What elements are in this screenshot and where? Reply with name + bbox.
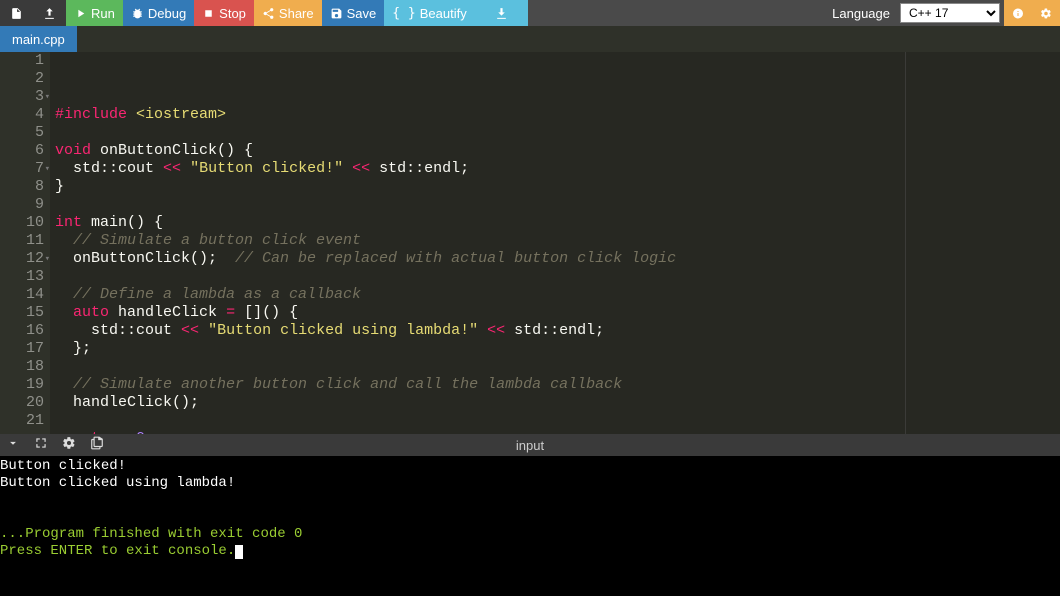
console-line: Button clicked using lambda! xyxy=(0,475,235,491)
line-number: 5 xyxy=(10,124,44,142)
code-line: std::cout << "Button clicked using lambd… xyxy=(55,322,1060,340)
code-editor[interactable]: 123456789101112131415161718192021 #inclu… xyxy=(0,52,1060,434)
code-line: std::cout << "Button clicked!" << std::e… xyxy=(55,160,1060,178)
code-line: #include <iostream> xyxy=(55,106,1060,124)
console-bar: input xyxy=(0,434,1060,456)
expand-console-button[interactable] xyxy=(34,436,48,455)
copy-console-button[interactable] xyxy=(90,436,104,455)
toolbar: Run Debug Stop Share Save { } Beautify L… xyxy=(0,0,1060,26)
save-button[interactable]: Save xyxy=(322,0,385,26)
code-line: // Define a lambda as a callback xyxy=(55,286,1060,304)
play-icon xyxy=(74,7,87,20)
debug-button[interactable]: Debug xyxy=(123,0,194,26)
file-tabs: main.cpp xyxy=(0,26,1060,52)
line-number: 12 xyxy=(10,250,44,268)
line-number: 20 xyxy=(10,394,44,412)
bug-icon xyxy=(131,7,144,20)
language-label: Language xyxy=(826,0,896,26)
beautify-label: Beautify xyxy=(420,6,467,21)
chevron-down-icon xyxy=(6,436,20,450)
save-icon xyxy=(330,7,343,20)
code-line: }; xyxy=(55,340,1060,358)
code-line xyxy=(55,268,1060,286)
code-line: int main() { xyxy=(55,214,1060,232)
line-gutter: 123456789101112131415161718192021 xyxy=(0,52,50,434)
line-number: 2 xyxy=(10,70,44,88)
line-number: 18 xyxy=(10,358,44,376)
share-icon xyxy=(262,7,275,20)
line-number: 9 xyxy=(10,196,44,214)
line-number: 21 xyxy=(10,412,44,430)
line-number: 13 xyxy=(10,268,44,286)
download-button[interactable] xyxy=(475,0,528,26)
line-number: 14 xyxy=(10,286,44,304)
line-number: 11 xyxy=(10,232,44,250)
beautify-button[interactable]: { } Beautify xyxy=(384,0,474,26)
code-line: handleClick(); xyxy=(55,394,1060,412)
code-line xyxy=(55,124,1060,142)
gear-icon xyxy=(62,436,76,450)
console-title: input xyxy=(516,438,544,453)
info-icon xyxy=(1012,7,1024,20)
language-select[interactable]: C++ 17 xyxy=(900,3,1000,23)
code-line xyxy=(55,358,1060,376)
upload-icon xyxy=(43,7,56,20)
console-exit-line: ...Program finished with exit code 0 xyxy=(0,526,302,542)
code-line xyxy=(55,196,1060,214)
expand-icon xyxy=(34,436,48,450)
save-label: Save xyxy=(347,6,377,21)
share-button[interactable]: Share xyxy=(254,0,322,26)
code-line: onButtonClick(); // Can be replaced with… xyxy=(55,250,1060,268)
clipboard-icon xyxy=(90,436,104,450)
line-number: 10 xyxy=(10,214,44,232)
print-margin xyxy=(905,52,906,434)
console-prompt-line: Press ENTER to exit console. xyxy=(0,543,235,559)
code-line: // Simulate a button click event xyxy=(55,232,1060,250)
stop-label: Stop xyxy=(219,6,246,21)
stop-icon xyxy=(202,7,215,20)
settings-button[interactable] xyxy=(1032,0,1060,26)
run-button[interactable]: Run xyxy=(66,0,123,26)
code-line: } xyxy=(55,178,1060,196)
stop-button[interactable]: Stop xyxy=(194,0,254,26)
run-label: Run xyxy=(91,6,115,21)
collapse-console-button[interactable] xyxy=(6,436,20,455)
line-number: 17 xyxy=(10,340,44,358)
console-line: Button clicked! xyxy=(0,458,126,474)
new-file-button[interactable] xyxy=(0,0,33,26)
code-line: auto handleClick = []() { xyxy=(55,304,1060,322)
file-icon xyxy=(10,7,23,20)
tab-main[interactable]: main.cpp xyxy=(0,26,77,52)
code-area[interactable]: #include <iostream> void onButtonClick() … xyxy=(50,52,1060,434)
line-number: 3 xyxy=(10,88,44,106)
line-number: 7 xyxy=(10,160,44,178)
line-number: 19 xyxy=(10,376,44,394)
upload-button[interactable] xyxy=(33,0,66,26)
debug-label: Debug xyxy=(148,6,186,21)
toolbar-spacer xyxy=(528,0,826,26)
code-line xyxy=(55,412,1060,430)
code-line: // Simulate another button click and cal… xyxy=(55,376,1060,394)
share-label: Share xyxy=(279,6,314,21)
console-output[interactable]: Button clicked! Button clicked using lam… xyxy=(0,456,1060,596)
console-cursor xyxy=(235,545,243,559)
console-settings-button[interactable] xyxy=(62,436,76,455)
line-number: 8 xyxy=(10,178,44,196)
line-number: 4 xyxy=(10,106,44,124)
line-number: 15 xyxy=(10,304,44,322)
download-icon xyxy=(495,7,508,20)
line-number: 16 xyxy=(10,322,44,340)
line-number: 6 xyxy=(10,142,44,160)
info-button[interactable] xyxy=(1004,0,1032,26)
braces-icon: { } xyxy=(392,6,415,21)
code-line: void onButtonClick() { xyxy=(55,142,1060,160)
line-number: 1 xyxy=(10,52,44,70)
gear-icon xyxy=(1040,7,1052,20)
